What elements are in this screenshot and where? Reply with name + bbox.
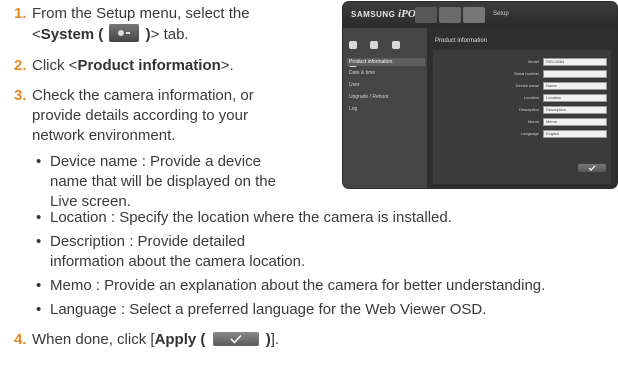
step-text: When done, click [Apply ( )]. <box>32 331 280 348</box>
bullet-dot: • <box>36 153 42 170</box>
screenshot-setup-label: Setup <box>493 11 509 17</box>
screenshot-tab-playback <box>439 7 461 23</box>
form-row-device-name: Device name Name <box>433 82 611 91</box>
sidebar-item-product-information: Product information <box>347 58 425 66</box>
bullet-memo: • Memo : Provide an explanation about th… <box>36 276 545 296</box>
bullet-text-line2: information about the camera location. <box>50 253 306 270</box>
bullet-text: Description : Provide detailed <box>50 233 246 250</box>
screenshot-form-panel: Model SNV-5084 Serial number Device name… <box>433 50 611 184</box>
network-icon <box>370 41 379 49</box>
bullet-dot: • <box>36 209 42 226</box>
step-1: 1. From the Setup menu, select the <Syst… <box>14 4 250 45</box>
form-row-model: Model SNV-5084 <box>433 58 611 67</box>
form-row-memo: Memo Memo <box>433 118 611 127</box>
step-text-line2: provide details according to your <box>32 107 248 124</box>
apply-button-icon <box>212 332 259 346</box>
step-text: Check the camera information, or <box>32 87 254 104</box>
bullet-dot: • <box>36 233 42 250</box>
bullet-dot: • <box>36 301 42 318</box>
bullet-text: Device name : Provide a device <box>50 153 261 170</box>
screenshot-main-title: Product information <box>435 38 488 44</box>
form-row-serial: Serial number <box>433 70 611 79</box>
step-2: 2. Click <Product information>. <box>14 56 234 76</box>
step-number: 3. <box>14 87 27 104</box>
step-4: 4. When done, click [Apply ( )]. <box>14 330 279 350</box>
event-icon <box>391 41 400 49</box>
bullet-text-line2: name that will be displayed on the <box>50 173 276 190</box>
form-row-location: Location Location <box>433 94 611 103</box>
form-row-language: Language English <box>433 130 611 139</box>
step-number: 4. <box>14 331 27 348</box>
checkmark-icon <box>230 334 242 344</box>
bullet-language: • Language : Select a preferred language… <box>36 300 486 320</box>
setup-screenshot: SAMSUNG iPOLIS Setup Product information… <box>343 2 617 188</box>
bullet-description: • Description : Provide detailed informa… <box>36 232 305 272</box>
system-tab-icon <box>109 24 140 42</box>
step-number: 2. <box>14 57 27 74</box>
form-row-description: Description Description <box>433 106 611 115</box>
bullet-text: Memo : Provide an explanation about the … <box>50 277 546 294</box>
bullet-dot: • <box>36 277 42 294</box>
bullet-text: Language : Select a preferred language f… <box>50 301 487 318</box>
step-text: From the Setup menu, select the <box>32 5 250 22</box>
screenshot-sidebar-icons <box>349 36 425 67</box>
bullet-location: • Location : Specify the location where … <box>36 208 452 228</box>
screenshot-apply-button <box>578 164 606 172</box>
sidebar-item-user: User <box>349 82 360 88</box>
step-text-line3: network environment. <box>32 127 176 144</box>
screenshot-sidebar: Product information Date & time User Upg… <box>343 28 427 188</box>
bullet-text: Location : Specify the location where th… <box>50 209 452 226</box>
step-number: 1. <box>14 5 27 22</box>
screenshot-tab-live <box>415 7 437 23</box>
camera-icon <box>349 41 357 49</box>
screenshot-header: SAMSUNG iPOLIS Setup <box>343 2 617 28</box>
bullet-device-name: • Device name : Provide a device name th… <box>36 152 276 212</box>
screenshot-main: Product information Model SNV-5084 Seria… <box>427 28 617 188</box>
sidebar-item-date-time: Date & time <box>349 70 376 76</box>
checkmark-icon <box>588 165 596 171</box>
step-text-line2: <System ( )> tab. <box>32 24 189 43</box>
sidebar-item-upgrade-reboot: Upgrade / Reboot <box>349 94 389 100</box>
step-text: Click <Product information>. <box>32 57 234 74</box>
screenshot-tab-setup <box>463 7 485 23</box>
step-3: 3. Check the camera information, or prov… <box>14 86 254 146</box>
sidebar-item-log: Log <box>349 106 358 112</box>
